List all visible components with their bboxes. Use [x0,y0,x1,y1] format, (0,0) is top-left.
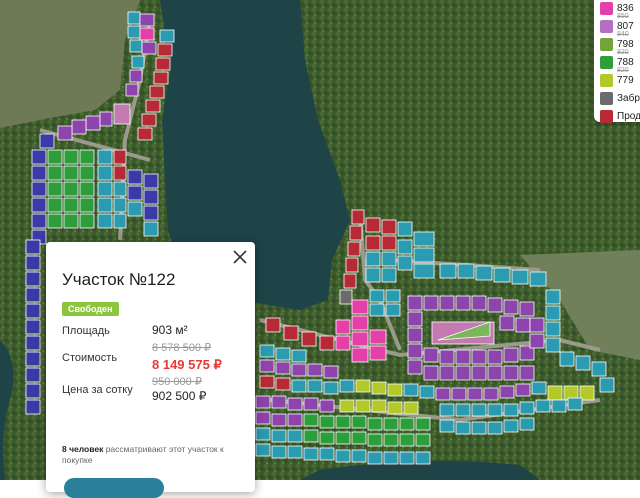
legend-old-price: 820 [617,67,629,74]
legend-swatch [600,55,613,69]
price-label: Стоимость [62,352,118,364]
close-icon[interactable] [232,249,248,265]
action-button[interactable] [64,478,164,498]
area-label: Площадь [62,325,110,337]
legend-value: 798 [617,38,634,50]
legend-item: Забр [600,90,640,106]
legend-swatch [600,19,613,33]
sotka-value: 902 500 ₽ [152,389,207,403]
legend-swatch [600,1,613,15]
legend-item: 820 779 [600,67,634,88]
legend-swatch [600,37,613,51]
viewers-note: 8 человек рассматривают этот участок к п… [62,444,255,466]
legend-item: Прод [600,108,640,124]
plot-title: Участок №122 [62,270,176,289]
legend-old-price: 820 [617,49,629,56]
legend-value: 779 [617,74,634,86]
legend-value: 788 [617,56,634,68]
area-value: 903 м² [152,323,188,337]
plots-west [25,239,41,415]
legend-value: 836 [617,2,634,14]
price-old: 8 578 500 ₽ [152,342,211,354]
legend-value: Забр [617,92,640,104]
price-new: 8 149 575 ₽ [152,357,222,372]
price-legend: 836 850 807 840 798 820 788 820 779 Забр Прод [594,0,640,124]
legend-value: Прод [617,110,640,122]
plot-info-popup: Участок №122 Свободен Площадь 903 м² Сто… [46,242,255,498]
legend-value: 807 [617,20,634,32]
sotka-label: Цена за сотку [62,384,133,396]
sotka-old: 950 000 ₽ [152,376,202,388]
legend-old-price: 850 [617,13,629,20]
legend-swatch [600,91,613,105]
viewers-count: 8 человек [62,444,104,454]
status-badge: Свободен [62,302,119,316]
legend-old-price: 840 [617,31,629,38]
legend-swatch [600,73,613,87]
legend-swatch [600,109,613,123]
